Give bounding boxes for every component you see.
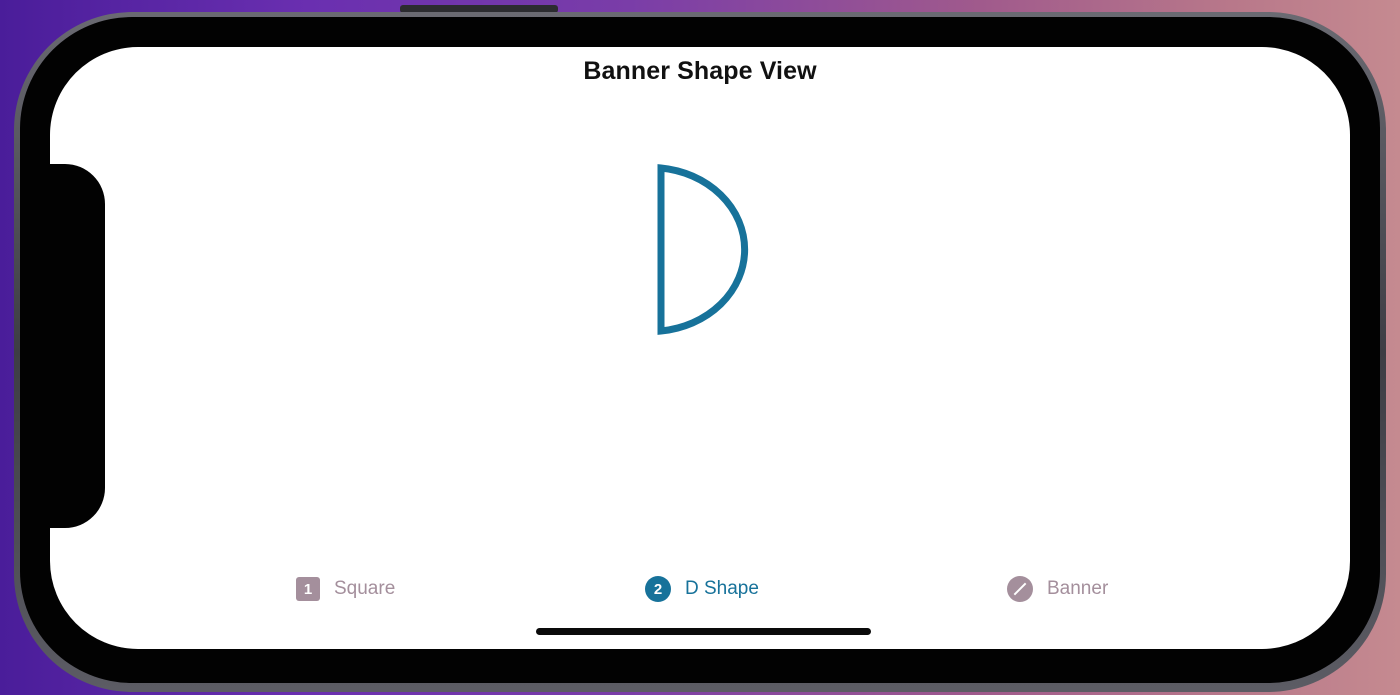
navigation-title: Banner Shape View — [583, 57, 817, 85]
home-indicator[interactable] — [536, 628, 871, 635]
camera-notch — [50, 164, 105, 528]
square-1-icon: 1 — [296, 577, 320, 601]
tab-banner[interactable]: Banner — [1007, 569, 1108, 609]
tab-d-shape[interactable]: 2 D Shape — [645, 569, 759, 609]
tab-banner-label: Banner — [1047, 578, 1109, 599]
phone-screen: Banner Shape View 1 Square 2 D Shape Ban… — [50, 47, 1350, 649]
circle-2-icon: 2 — [645, 576, 671, 602]
tab-bar: 1 Square 2 D Shape Banner — [50, 569, 1350, 609]
circle-slash-icon — [1007, 576, 1033, 602]
tab-square[interactable]: 1 Square — [296, 569, 395, 609]
tab-square-label: Square — [334, 578, 396, 599]
tab-d-shape-label: D Shape — [685, 578, 759, 599]
d-shape — [657, 164, 749, 335]
d-shape-outline — [657, 164, 749, 335]
